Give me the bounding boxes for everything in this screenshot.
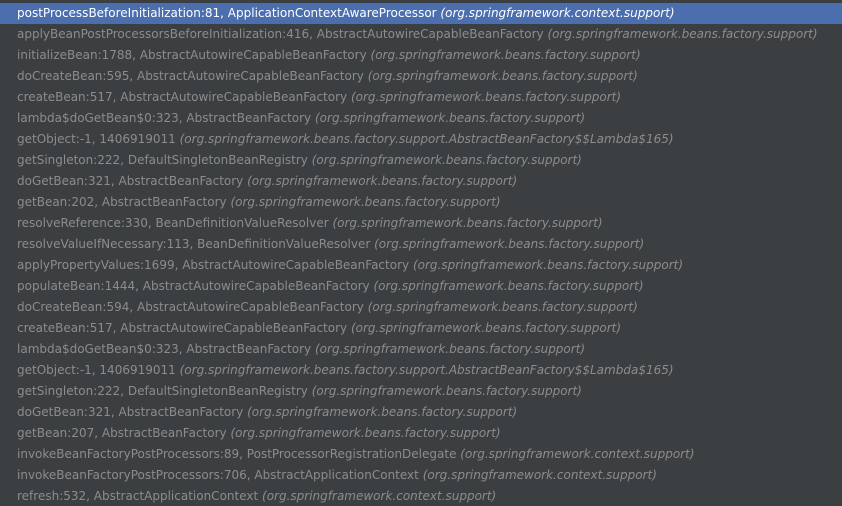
stack-frame-row[interactable]: lambda$doGetBean$0:323, AbstractBeanFact…: [0, 339, 842, 360]
frame-package-label: (org.springframework.beans.factory.suppo…: [311, 153, 582, 167]
stack-frame-row[interactable]: invokeBeanFactoryPostProcessors:706, Abs…: [0, 465, 842, 486]
frame-package-label: (org.springframework.beans.factory.suppo…: [314, 342, 586, 356]
stack-frame-row[interactable]: getSingleton:222, DefaultSingletonBeanRe…: [0, 381, 842, 402]
stack-frame-row[interactable]: resolveReference:330, BeanDefinitionValu…: [0, 213, 842, 234]
frame-method-label: getSingleton:222, DefaultSingletonBeanRe…: [17, 153, 308, 167]
stack-frame-row[interactable]: applyBeanPostProcessorsBeforeInitializat…: [0, 24, 842, 45]
stack-frame-row[interactable]: doGetBean:321, AbstractBeanFactory (org.…: [0, 171, 842, 192]
frame-package-label: (org.springframework.beans.factory.suppo…: [179, 132, 674, 146]
frame-method-label: applyBeanPostProcessorsBeforeInitializat…: [17, 27, 544, 41]
frame-method-label: lambda$doGetBean$0:323, AbstractBeanFact…: [17, 111, 312, 125]
frame-method-label: resolveReference:330, BeanDefinitionValu…: [17, 216, 329, 230]
frame-method-label: refresh:532, AbstractApplicationContext: [17, 489, 259, 503]
frame-package-label: (org.springframework.beans.factory.suppo…: [374, 237, 645, 251]
frame-method-label: doCreateBean:595, AbstractAutowireCapabl…: [17, 69, 364, 83]
debugger-frames-panel: postProcessBeforeInitialization:81, Appl…: [0, 0, 842, 506]
frame-package-label: (org.springframework.beans.factory.suppo…: [412, 258, 684, 272]
frame-method-label: doCreateBean:594, AbstractAutowireCapabl…: [17, 300, 364, 314]
frame-method-label: applyPropertyValues:1699, AbstractAutowi…: [17, 258, 410, 272]
stack-frame-row[interactable]: lambda$doGetBean$0:323, AbstractBeanFact…: [0, 108, 842, 129]
stack-frame-row[interactable]: getObject:-1, 1406919011 (org.springfram…: [0, 360, 842, 381]
stack-frame-row[interactable]: createBean:517, AbstractAutowireCapableB…: [0, 318, 842, 339]
frame-method-label: getSingleton:222, DefaultSingletonBeanRe…: [17, 384, 308, 398]
stack-frame-row[interactable]: doCreateBean:594, AbstractAutowireCapabl…: [0, 297, 842, 318]
frame-package-label: (org.springframework.beans.factory.suppo…: [547, 27, 818, 41]
frame-package-label: (org.springframework.beans.factory.suppo…: [314, 111, 586, 125]
frame-package-label: (org.springframework.beans.factory.suppo…: [370, 48, 641, 62]
frame-package-label: (org.springframework.beans.factory.suppo…: [332, 216, 603, 230]
stack-frame-row[interactable]: populateBean:1444, AbstractAutowireCapab…: [0, 276, 842, 297]
stack-frame-row[interactable]: doGetBean:321, AbstractBeanFactory (org.…: [0, 402, 842, 423]
frame-method-label: getObject:-1, 1406919011: [17, 363, 176, 377]
frame-package-label: (org.springframework.beans.factory.suppo…: [230, 195, 501, 209]
stack-frame-row-selected[interactable]: postProcessBeforeInitialization:81, Appl…: [0, 3, 842, 24]
frame-method-label: createBean:517, AbstractAutowireCapableB…: [17, 90, 348, 104]
frame-package-label: (org.springframework.beans.factory.suppo…: [350, 321, 622, 335]
frame-method-label: doGetBean:321, AbstractBeanFactory: [17, 405, 244, 419]
frame-package-label: (org.springframework.beans.factory.suppo…: [311, 384, 582, 398]
stack-frame-row[interactable]: resolveValueIfNecessary:113, BeanDefinit…: [0, 234, 842, 255]
frame-method-label: initializeBean:1788, AbstractAutowireCap…: [17, 48, 367, 62]
stack-frame-row[interactable]: getObject:-1, 1406919011 (org.springfram…: [0, 129, 842, 150]
stack-frame-row[interactable]: invokeBeanFactoryPostProcessors:89, Post…: [0, 444, 842, 465]
frame-method-label: invokeBeanFactoryPostProcessors:89, Post…: [17, 447, 457, 461]
frame-method-label: doGetBean:321, AbstractBeanFactory: [17, 174, 244, 188]
frame-package-label: (org.springframework.beans.factory.suppo…: [373, 279, 644, 293]
stack-frame-row[interactable]: getSingleton:222, DefaultSingletonBeanRe…: [0, 150, 842, 171]
frame-package-label: (org.springframework.beans.factory.suppo…: [179, 363, 674, 377]
frame-method-label: populateBean:1444, AbstractAutowireCapab…: [17, 279, 370, 293]
frame-package-label: (org.springframework.context.support): [440, 6, 675, 20]
stack-frame-row[interactable]: applyPropertyValues:1699, AbstractAutowi…: [0, 255, 842, 276]
stack-frame-row[interactable]: createBean:517, AbstractAutowireCapableB…: [0, 87, 842, 108]
frame-package-label: (org.springframework.beans.factory.suppo…: [247, 174, 518, 188]
stack-frame-row[interactable]: refresh:532, AbstractApplicationContext …: [0, 486, 842, 506]
frame-method-label: getObject:-1, 1406919011: [17, 132, 176, 146]
stack-frame-row[interactable]: doCreateBean:595, AbstractAutowireCapabl…: [0, 66, 842, 87]
frame-package-label: (org.springframework.context.support): [460, 447, 695, 461]
frame-package-label: (org.springframework.beans.factory.suppo…: [367, 300, 638, 314]
frame-method-label: resolveValueIfNecessary:113, BeanDefinit…: [17, 237, 371, 251]
frame-method-label: getBean:207, AbstractBeanFactory: [17, 426, 227, 440]
stack-frame-row[interactable]: getBean:207, AbstractBeanFactory (org.sp…: [0, 423, 842, 444]
frame-package-label: (org.springframework.beans.factory.suppo…: [230, 426, 501, 440]
frame-method-label: getBean:202, AbstractBeanFactory: [17, 195, 227, 209]
call-stack-list: postProcessBeforeInitialization:81, Appl…: [0, 0, 842, 506]
frame-package-label: (org.springframework.beans.factory.suppo…: [367, 69, 638, 83]
frame-package-label: (org.springframework.beans.factory.suppo…: [350, 90, 622, 104]
frame-method-label: invokeBeanFactoryPostProcessors:706, Abs…: [17, 468, 419, 482]
stack-frame-row[interactable]: initializeBean:1788, AbstractAutowireCap…: [0, 45, 842, 66]
frame-package-label: (org.springframework.context.support): [422, 468, 657, 482]
frame-method-label: lambda$doGetBean$0:323, AbstractBeanFact…: [17, 342, 312, 356]
frame-package-label: (org.springframework.context.support): [262, 489, 497, 503]
stack-frame-row[interactable]: getBean:202, AbstractBeanFactory (org.sp…: [0, 192, 842, 213]
frame-method-label: postProcessBeforeInitialization:81, Appl…: [17, 6, 437, 20]
frame-method-label: createBean:517, AbstractAutowireCapableB…: [17, 321, 348, 335]
frame-package-label: (org.springframework.beans.factory.suppo…: [247, 405, 518, 419]
